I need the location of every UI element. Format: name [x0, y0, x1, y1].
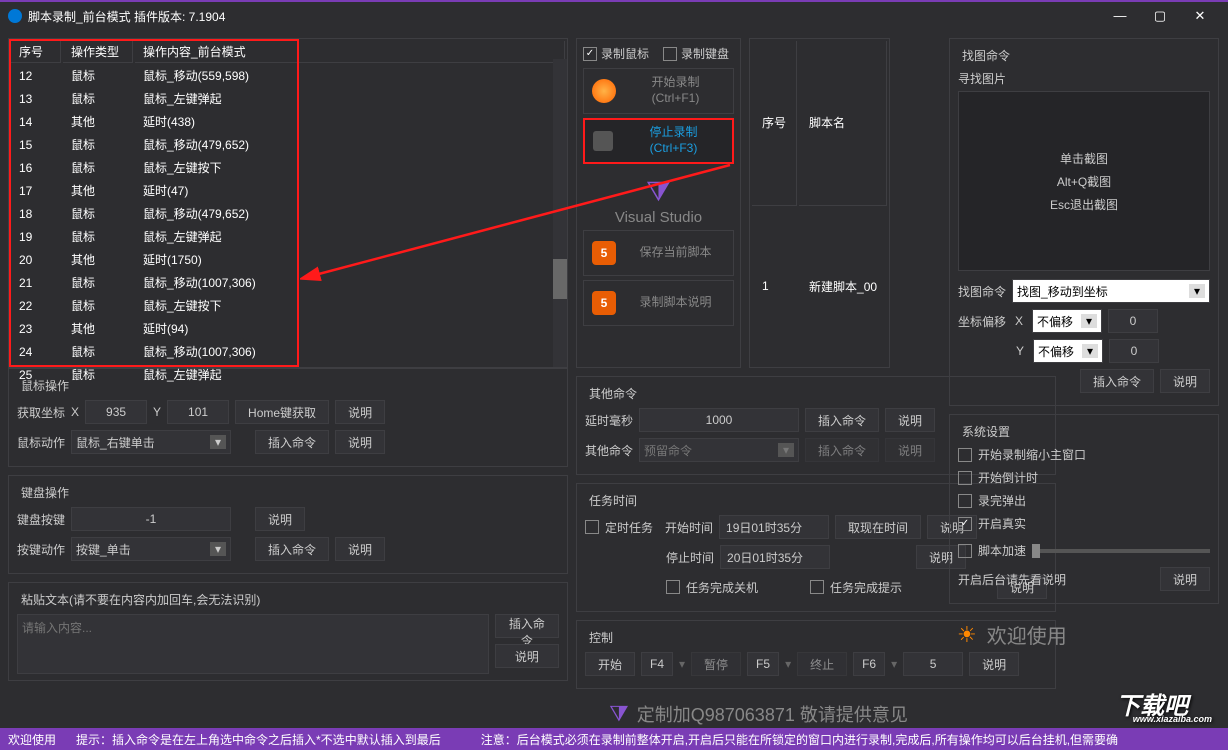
firefox-icon [592, 79, 616, 103]
other-insert-button: 插入命令 [805, 438, 879, 462]
mouse-action-select[interactable]: 鼠标_右键单击▾ [71, 430, 231, 454]
close-button[interactable]: ✕ [1180, 2, 1220, 30]
record-help-button[interactable]: 5 录制脚本说明 [583, 280, 734, 326]
app-logo-icon [8, 9, 22, 23]
sys-explain-button[interactable]: 说明 [1160, 567, 1210, 591]
save-script-button[interactable]: 5 保存当前脚本 [583, 230, 734, 276]
offset-x-select[interactable]: 不偏移▾ [1032, 309, 1102, 333]
other-explain-button: 说明 [885, 438, 935, 462]
visual-studio-icon: ⧩ [583, 176, 734, 209]
paste-insert-button[interactable]: 插入命令 [495, 614, 559, 638]
accel-checkbox[interactable] [958, 544, 972, 558]
mouse-insert-button[interactable]: 插入命令 [255, 430, 329, 454]
delay-explain-button[interactable]: 说明 [885, 408, 935, 432]
kb-explain-button[interactable]: 说明 [255, 507, 305, 531]
table-row[interactable]: 16鼠标鼠标_左键按下 [11, 157, 565, 178]
minimize-button[interactable]: — [1100, 2, 1140, 30]
accel-slider[interactable] [1032, 549, 1210, 553]
notify-checkbox[interactable] [810, 580, 824, 594]
html5-icon: 5 [592, 291, 616, 315]
col-content[interactable]: 操作内容_前台模式 [135, 41, 565, 63]
table-row[interactable]: 19鼠标鼠标_左键弹起 [11, 226, 565, 247]
table-row[interactable]: 12鼠标鼠标_移动(559,598) [11, 65, 565, 86]
start-record-button[interactable]: 开始录制(Ctrl+F1) [583, 68, 734, 114]
f4-input[interactable] [641, 652, 673, 676]
record-panel: 录制鼠标 录制键盘 开始录制(Ctrl+F1) 停止录制(Ctrl+F3) ⧩ … [576, 38, 741, 368]
ctrl-start-button[interactable]: 开始 [585, 652, 635, 676]
capture-area[interactable]: 单击截图 Alt+Q截图 Esc退出截图 [958, 91, 1210, 271]
delay-input[interactable] [639, 408, 799, 432]
img-explain-button[interactable]: 说明 [1160, 369, 1210, 393]
sun-icon: ☀ [957, 622, 977, 648]
paste-explain-button[interactable]: 说明 [495, 644, 559, 668]
image-cmd-panel: 找图命令 寻找图片 单击截图 Alt+Q截图 Esc退出截图 找图命令 找图_移… [949, 38, 1219, 406]
table-row[interactable]: 25鼠标鼠标_左键弹起 [11, 364, 565, 385]
action-table[interactable]: 序号 操作类型 操作内容_前台模式 12鼠标鼠标_移动(559,598)13鼠标… [8, 38, 568, 368]
key-action-select[interactable]: 按键_单击▾ [71, 537, 231, 561]
html5-icon: 5 [592, 241, 616, 265]
sys-popup-checkbox[interactable] [958, 494, 972, 508]
table-row[interactable]: 14其他延时(438) [11, 111, 565, 132]
stop-time-input[interactable] [720, 545, 830, 569]
offset-y-num[interactable] [1109, 339, 1159, 363]
record-keyboard-checkbox[interactable] [663, 47, 677, 61]
coord-y-input[interactable] [167, 400, 229, 424]
triangle-icon [593, 131, 613, 151]
home-capture-button[interactable]: Home键获取 [235, 400, 329, 424]
offset-y-select[interactable]: 不偏移▾ [1033, 339, 1103, 363]
table-row[interactable]: 15鼠标鼠标_移动(479,652) [11, 134, 565, 155]
other-cmd-select[interactable]: 预留命令▾ [639, 438, 799, 462]
status-bar: 欢迎使用 提示：插入命令是在左上角选中命令之后插入*不选中默认插入到最后 注意：… [0, 728, 1228, 750]
img-insert-button[interactable]: 插入命令 [1080, 369, 1154, 393]
ctrl-pause-button[interactable]: 暂停 [691, 652, 741, 676]
maximize-button[interactable]: ▢ [1140, 2, 1180, 30]
paste-textarea[interactable] [17, 614, 489, 674]
timed-task-checkbox[interactable] [585, 520, 599, 534]
delay-insert-button[interactable]: 插入命令 [805, 408, 879, 432]
table-scrollbar[interactable] [553, 59, 567, 367]
img-cmd-select[interactable]: 找图_移动到坐标▾ [1012, 279, 1210, 303]
coord-x-input[interactable] [85, 400, 147, 424]
script-table[interactable]: 序号脚本名 1新建脚本_00 [749, 38, 890, 368]
table-row: 1新建脚本_00 [752, 208, 887, 365]
contact-text: ⧩ 定制加Q987063871 敬请提供意见 [576, 697, 941, 731]
table-row[interactable]: 21鼠标鼠标_移动(1007,306) [11, 272, 565, 293]
sys-countdown-checkbox[interactable] [958, 471, 972, 485]
key-input[interactable] [71, 507, 231, 531]
table-row[interactable]: 22鼠标鼠标_左键按下 [11, 295, 565, 316]
shutdown-checkbox[interactable] [666, 580, 680, 594]
table-row[interactable]: 17其他延时(47) [11, 180, 565, 201]
record-mouse-checkbox[interactable] [583, 47, 597, 61]
table-row[interactable]: 13鼠标鼠标_左键弹起 [11, 88, 565, 109]
mouse-explain2-button[interactable]: 说明 [335, 430, 385, 454]
col-index[interactable]: 序号 [11, 41, 61, 63]
system-settings-panel: 系统设置 开始录制缩小主窗口 开始倒计时 录完弹出 开启真实 脚本加速 开启后台… [949, 414, 1219, 604]
get-now-button[interactable]: 取现在时间 [835, 515, 921, 539]
paste-panel: 粘贴文本(请不要在内容内加回车,会无法识别) 插入命令 说明 [8, 582, 568, 681]
col-type[interactable]: 操作类型 [63, 41, 133, 63]
sys-minimize-checkbox[interactable] [958, 448, 972, 462]
sys-real-checkbox[interactable] [958, 517, 972, 531]
kb-explain2-button[interactable]: 说明 [335, 537, 385, 561]
mouse-explain-button[interactable]: 说明 [335, 400, 385, 424]
visual-studio-icon: ⧩ [609, 701, 629, 727]
keyboard-ops-panel: 键盘操作 键盘按键 说明 按键动作 按键_单击▾ 插入命令 说明 [8, 475, 568, 574]
table-row[interactable]: 23其他延时(94) [11, 318, 565, 339]
get-coord-label: 获取坐标 [17, 404, 65, 421]
titlebar: 脚本录制_前台模式 插件版本: 7.1904 — ▢ ✕ [0, 0, 1228, 30]
ctrl-stop-button[interactable]: 终止 [797, 652, 847, 676]
welcome-text: ☀ 欢迎使用 [949, 612, 1219, 657]
kb-insert-button[interactable]: 插入命令 [255, 537, 329, 561]
stop-record-button[interactable]: 停止录制(Ctrl+F3) [583, 118, 734, 164]
window-title: 脚本录制_前台模式 插件版本: 7.1904 [28, 8, 1100, 25]
f6-input[interactable] [853, 652, 885, 676]
offset-x-num[interactable] [1108, 309, 1158, 333]
f5-input[interactable] [747, 652, 779, 676]
start-time-input[interactable] [719, 515, 829, 539]
table-row[interactable]: 24鼠标鼠标_移动(1007,306) [11, 341, 565, 362]
vs-logo-block: ⧩ Visual Studio [583, 168, 734, 230]
table-row[interactable]: 18鼠标鼠标_移动(479,652) [11, 203, 565, 224]
table-row[interactable]: 20其他延时(1750) [11, 249, 565, 270]
